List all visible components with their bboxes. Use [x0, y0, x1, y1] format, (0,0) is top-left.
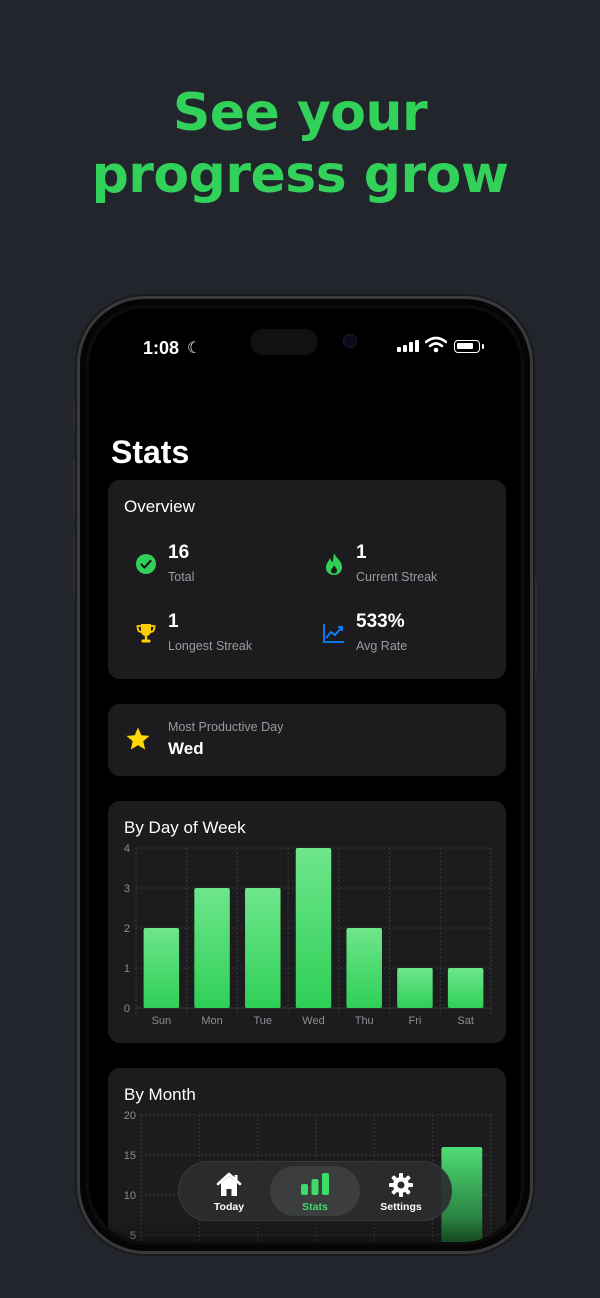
- tab-today-label: Today: [213, 1201, 245, 1213]
- x-tick-label: Fri: [409, 1015, 422, 1027]
- y-tick-label: 1: [124, 963, 130, 975]
- headline: See your progress grow: [0, 82, 600, 206]
- chart-fade: [108, 1218, 506, 1242]
- x-tick-label: Sun: [152, 1015, 172, 1027]
- battery-icon: [454, 340, 484, 353]
- bar-wed: [295, 848, 332, 1008]
- avg-rate-value: 533%: [356, 611, 405, 632]
- bar-tue: [245, 888, 281, 1008]
- tab-stats[interactable]: Stats: [270, 1166, 360, 1216]
- avg-rate-label: Avg Rate: [356, 639, 408, 653]
- overview-card: Overview 16 Total 1 Current Streak 1 Lon…: [108, 480, 506, 679]
- tab-today[interactable]: Today: [184, 1166, 274, 1216]
- most-productive-value: Wed: [168, 739, 204, 758]
- moon-icon: ☾: [187, 340, 202, 357]
- total-value: 16: [168, 542, 190, 563]
- bar-fri: [397, 968, 433, 1008]
- bar-sat: [447, 968, 484, 1008]
- trophy-icon: [134, 621, 158, 645]
- y-tick-label: 4: [124, 843, 130, 855]
- y-tick-label: 10: [124, 1190, 136, 1202]
- most-productive-card: Most Productive Day Wed: [108, 704, 506, 776]
- phone-frame: 1:08 ☾ Stats Overview 16 Total 1 Current…: [77, 296, 533, 1254]
- y-tick-label: 0: [124, 1003, 130, 1015]
- y-tick-label: 15: [124, 1150, 136, 1162]
- camera-icon: [343, 334, 357, 348]
- y-tick-label: 2: [124, 923, 130, 935]
- bar-sun: [143, 928, 180, 1008]
- y-tick-label: 3: [124, 883, 130, 895]
- bar-mon: [194, 888, 230, 1008]
- star-icon: [126, 727, 150, 750]
- phone-screen: 1:08 ☾ Stats Overview 16 Total 1 Current…: [89, 308, 521, 1242]
- headline-line-1: See your: [172, 83, 428, 143]
- by-day-of-week-chart: 0 1 2 3 4 Sun Mon Tue Wed Thu Fri Sat: [124, 843, 492, 1027]
- x-tick-label: Mon: [201, 1015, 222, 1027]
- flame-icon: [322, 552, 346, 576]
- check-circle-icon: [134, 552, 158, 576]
- phone-power-button: [533, 580, 537, 676]
- page-title: Stats: [111, 434, 190, 470]
- tab-settings[interactable]: Settings: [356, 1166, 446, 1216]
- status-time: 1:08: [143, 338, 180, 358]
- most-productive-label: Most Productive Day: [168, 720, 284, 734]
- by-day-of-week-card: By Day of Week 0 1 2 3 4 Sun Mon Tue Wed Thu Fri Sa…: [108, 801, 506, 1043]
- x-tick-label: Sat: [457, 1015, 474, 1027]
- y-tick-label: 20: [124, 1110, 136, 1122]
- x-tick-label: Wed: [302, 1015, 324, 1027]
- total-label: Total: [168, 570, 195, 584]
- headline-line-2: progress grow: [91, 145, 509, 205]
- overview-title: Overview: [124, 497, 195, 516]
- dynamic-island: [250, 329, 318, 355]
- x-tick-label: Thu: [355, 1015, 374, 1027]
- wifi-icon: [425, 336, 447, 353]
- tab-settings-label: Settings: [380, 1201, 422, 1213]
- signal-icon: [397, 340, 419, 352]
- tab-stats-label: Stats: [302, 1201, 328, 1213]
- current-streak-label: Current Streak: [356, 570, 438, 584]
- house-icon: [184, 1172, 274, 1198]
- trend-chart-icon: [322, 621, 346, 645]
- longest-streak-label: Longest Streak: [168, 639, 253, 653]
- tab-bar: Today Stats Settings: [178, 1161, 452, 1221]
- bar-thu: [346, 928, 382, 1008]
- gear-icon: [356, 1172, 446, 1198]
- bar-chart-icon: [270, 1172, 360, 1196]
- status-bar: 1:08 ☾: [89, 308, 521, 368]
- current-streak-value: 1: [356, 542, 367, 563]
- x-tick-label: Tue: [254, 1015, 273, 1027]
- longest-streak-value: 1: [168, 611, 179, 632]
